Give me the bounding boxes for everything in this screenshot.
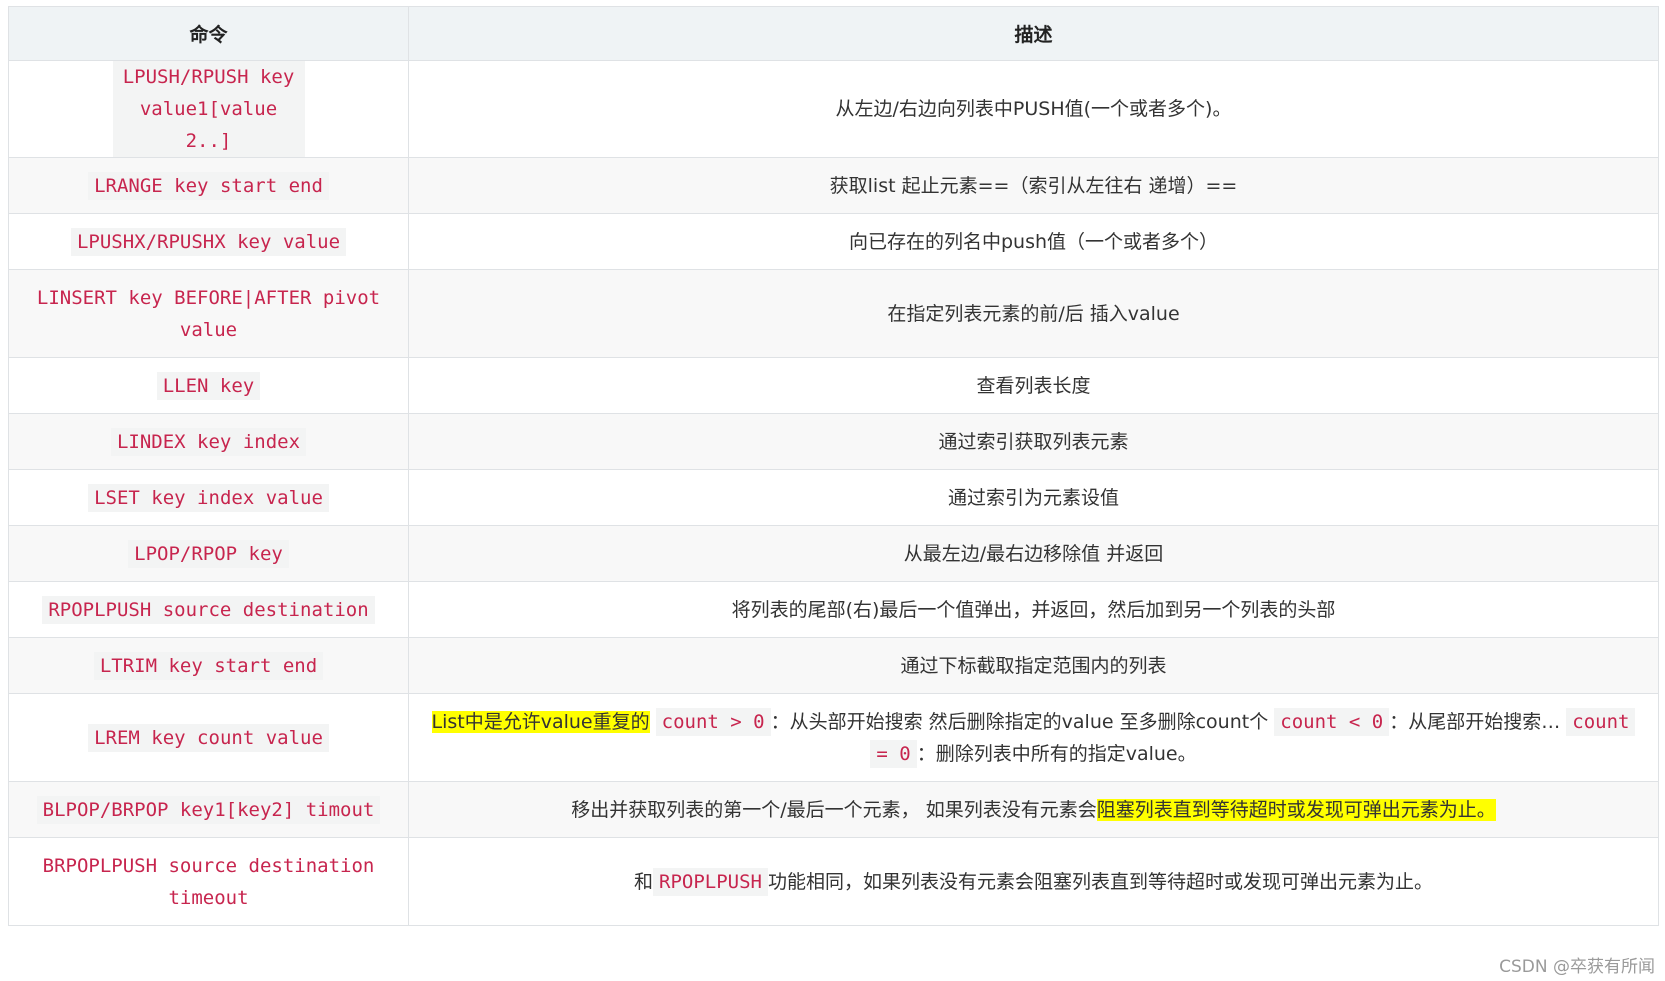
table-row: BRPOPLPUSH source destination timeout 和R… [8,837,1659,926]
header-description: 描述 [408,6,1659,61]
description-cell: 从最左边/最右边移除值 并返回 [408,525,1659,582]
command-cell: LREM key count value [8,693,409,782]
description-text: ：从头部开始搜索 然后删除指定的value 至多删除count个 [770,710,1269,733]
table-row: LTRIM key start end 通过下标截取指定范围内的列表 [8,637,1659,694]
highlight-note: List中是允许value重复的 [431,710,650,733]
inline-code: RPOPLPUSH [653,867,768,896]
inline-code: count < 0 [1274,707,1390,736]
command-cell: BRPOPLPUSH source destination timeout [8,837,409,926]
command-cell: LPUSHX/RPUSHX key value [8,213,409,270]
command-cell: LPOP/RPOP key [8,525,409,582]
description-cell: 向已存在的列名中push值（一个或者多个） [408,213,1659,270]
command-cell: LRANGE key start end [8,157,409,214]
table-row: BLPOP/BRPOP key1[key2] timout 移出并获取列表的第一… [8,781,1659,838]
command-code: LRANGE key start end [88,171,329,200]
description-text: 功能相同，如果列表没有元素会阻塞列表直到等待超时或发现可弹出元素为止。 [767,870,1433,893]
command-cell: LINDEX key index [8,413,409,470]
description-cell: 通过索引为元素设值 [408,469,1659,526]
highlight-note: 阻塞列表直到等待超时或发现可弹出元素为止。 [1096,798,1496,821]
command-cell: LPUSH/RPUSH key value1[value2..] [8,60,409,158]
table-row: LLEN key 查看列表长度 [8,357,1659,414]
command-code: BLPOP/BRPOP key1[key2] timout [36,795,381,824]
redis-list-commands-table: 命令 描述 LPUSH/RPUSH key value1[value2..] 从… [8,6,1659,926]
command-cell: LTRIM key start end [8,637,409,694]
command-cell: LLEN key [8,357,409,414]
inline-code: count > 0 [655,707,771,736]
command-code: RPOPLPUSH source destination [42,595,375,624]
table-row: LRANGE key start end 获取list 起止元素==（索引从左往… [8,157,1659,214]
table-row: LINSERT key BEFORE|AFTER pivot value 在指定… [8,269,1659,358]
description-cell: 获取list 起止元素==（索引从左往右 递增）== [408,157,1659,214]
description-cell: 将列表的尾部(右)最后一个值弹出，并返回，然后加到另一个列表的头部 [408,581,1659,638]
command-code: LTRIM key start end [93,651,324,680]
command-code: LREM key count value [88,723,329,752]
command-code: LINSERT key BEFORE|AFTER pivot value [36,286,381,341]
table-row: RPOPLPUSH source destination 将列表的尾部(右)最后… [8,581,1659,638]
command-cell: LSET key index value [8,469,409,526]
command-code: LSET key index value [88,483,329,512]
table-row: LPUSH/RPUSH key value1[value2..] 从左边/右边向… [8,60,1659,158]
command-code: BRPOPLPUSH source destination timeout [42,854,375,909]
description-cell: List中是允许value重复的 count > 0 ：从头部开始搜索 然后删除指… [408,693,1659,782]
command-cell: BLPOP/BRPOP key1[key2] timout [8,781,409,838]
table-row: LINDEX key index 通过索引获取列表元素 [8,413,1659,470]
command-cell: LINSERT key BEFORE|AFTER pivot value [8,269,409,358]
description-cell: 移出并获取列表的第一个/最后一个元素， 如果列表没有元素会阻塞列表直到等待超时或… [408,781,1659,838]
table-row: LPUSHX/RPUSHX key value 向已存在的列名中push值（一个… [8,213,1659,270]
command-code: LPUSH/RPUSH key value1[value2..] [112,61,305,157]
watermark: CSDN @卒获有所闻 [1499,957,1655,977]
command-code: LPOP/RPOP key [128,539,289,568]
table-row: LPOP/RPOP key 从最左边/最右边移除值 并返回 [8,525,1659,582]
header-command: 命令 [8,6,409,61]
description-cell: 在指定列表元素的前/后 插入value [408,269,1659,358]
description-cell: 通过下标截取指定范围内的列表 [408,637,1659,694]
description-text: 和 [634,870,654,893]
description-cell: 查看列表长度 [408,357,1659,414]
command-code: LLEN key [156,371,261,400]
table-header-row: 命令 描述 [8,6,1659,61]
description-text: 移出并获取列表的第一个/最后一个元素， 如果列表没有元素会 [571,798,1097,821]
description-cell: 通过索引获取列表元素 [408,413,1659,470]
description-cell: 和 RPOPLPUSH 功能相同，如果列表没有元素会阻塞列表直到等待超时或发现可弹出… [408,837,1659,926]
command-cell: RPOPLPUSH source destination [8,581,409,638]
command-code: LINDEX key index [110,427,307,456]
description-text: ：从尾部开始搜索… [1389,710,1561,733]
command-code: LPUSHX/RPUSHX key value [70,227,347,256]
description-cell: 从左边/右边向列表中PUSH值(一个或者多个)。 [408,60,1659,158]
description-text: ：删除列表中所有的指定value。 [916,742,1197,765]
table-row: LSET key index value 通过索引为元素设值 [8,469,1659,526]
table-row: LREM key count value List中是允许value重复的 co… [8,693,1659,782]
